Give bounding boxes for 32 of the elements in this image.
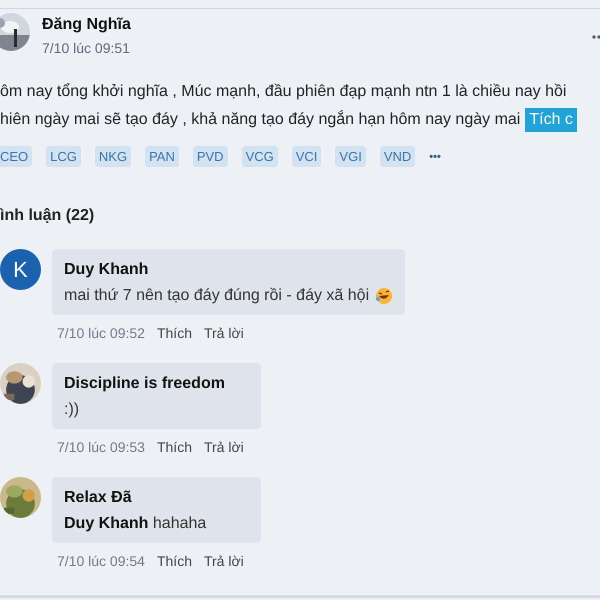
comment-text: :)) [64,401,80,419]
comment-author[interactable]: Duy Khanh [64,261,394,279]
more-tags-button[interactable]: ••• [429,150,441,162]
like-link[interactable]: Thích [156,325,192,341]
author-name[interactable]: Đăng Nghĩa [42,16,131,34]
stock-tag[interactable]: CEO [0,146,32,167]
comment-author[interactable]: Relax Đã [64,489,249,507]
stock-tag[interactable]: NKG [94,146,132,167]
post-text: hiên ngày mai sẽ tạo đáy , khả năng tạo đáy ngắn hạn hôm nay ngày mai [0,109,520,130]
stock-tag[interactable]: VND [380,146,416,167]
post-text: ôm nay tổng khởi nghĩa , Múc mạnh, đầu phiên đạp mạnh ntn 1 là chiều nay hồi [0,82,566,102]
comment-time: 7/10 lúc 09:53 [57,439,145,455]
post-time: 7/10 lúc 09:51 [42,40,131,56]
stock-tag[interactable]: VGI [335,146,366,167]
comment-text: Duy Khanh hahaha [64,515,206,533]
stock-tag[interactable]: LCG [46,146,81,167]
comment-time: 7/10 lúc 09:52 [57,325,145,341]
comment-time: 7/10 lúc 09:54 [57,553,145,569]
stock-tag[interactable]: VCI [292,146,322,167]
stock-tag[interactable]: PVD [192,146,228,167]
like-link[interactable]: Thích [156,553,192,569]
more-icon[interactable] [592,35,600,39]
comment-text: mai thứ 7 nên tạo đáy đúng rồi - đáy xã hội [64,287,370,305]
avatar[interactable]: K [0,249,41,290]
highlighted-text: Tích c [525,108,577,132]
like-link[interactable]: Thích [156,439,192,455]
reply-link[interactable]: Trả lời [204,439,244,455]
reply-link[interactable]: Trả lời [204,553,244,569]
comment-author[interactable]: Discipline is freedom [64,375,249,393]
stock-tag[interactable]: PAN [145,146,179,167]
stock-tag[interactable]: VCG [242,146,278,167]
reply-link[interactable]: Trả lời [204,325,244,341]
